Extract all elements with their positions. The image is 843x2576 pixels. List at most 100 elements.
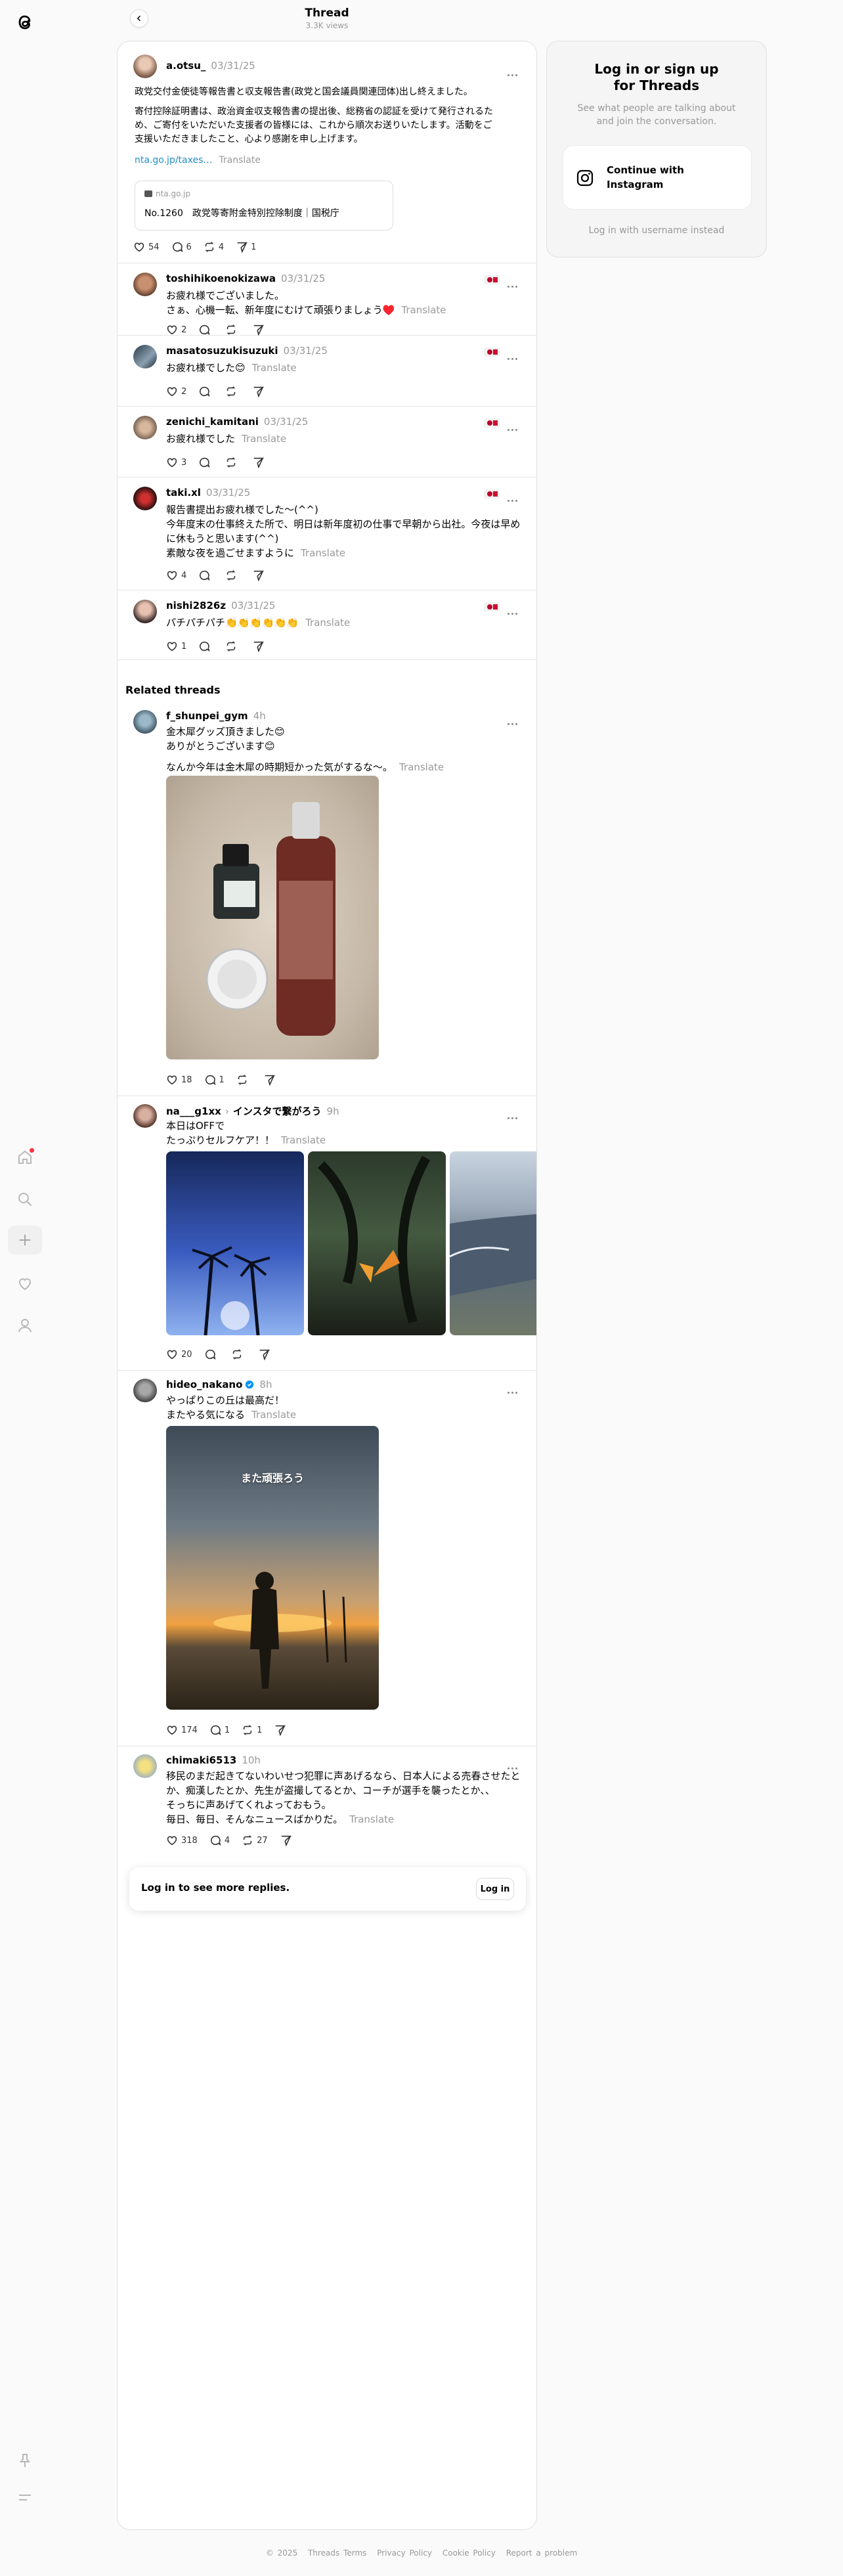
share-button[interactable] (252, 569, 267, 581)
username[interactable]: hideo_nakano (166, 1379, 242, 1390)
like-button[interactable]: 1 (166, 640, 186, 652)
more-options-icon[interactable] (508, 421, 521, 431)
pin-icon[interactable] (14, 2450, 35, 2471)
repost-button[interactable]: 27 (242, 1834, 268, 1846)
avatar[interactable] (133, 600, 157, 623)
like-button[interactable]: 54 (133, 241, 160, 253)
repost-button[interactable] (225, 456, 240, 468)
reply-button[interactable]: 1 (204, 1074, 225, 1086)
avatar[interactable] (133, 273, 157, 296)
more-options-icon[interactable] (508, 66, 521, 76)
username[interactable]: toshihikoenokizawa (166, 273, 276, 284)
username-login-link[interactable]: Log in with username instead (547, 225, 766, 236)
translate-link[interactable]: Translate (251, 1409, 296, 1421)
footer-link-terms[interactable]: Threads Terms (308, 2548, 366, 2558)
avatar[interactable] (133, 487, 157, 510)
reply-button[interactable]: 4 (209, 1834, 230, 1846)
username[interactable]: masatosuzukisuzuki (166, 345, 278, 357)
continue-with-instagram-button[interactable]: Continue with Instagram (563, 145, 752, 210)
reply-button[interactable]: 1 (209, 1724, 230, 1736)
username[interactable]: chimaki6513 (166, 1754, 236, 1766)
create-button[interactable] (8, 1226, 42, 1255)
username[interactable]: nishi2826z (166, 600, 226, 611)
share-button[interactable] (252, 324, 267, 336)
footer-link-privacy[interactable]: Privacy Policy (377, 2548, 432, 2558)
more-options-icon[interactable] (508, 278, 521, 288)
repost-button[interactable]: 4 (204, 241, 224, 253)
repost-button[interactable] (236, 1074, 251, 1086)
repost-button[interactable] (225, 569, 240, 581)
footer-link-report[interactable]: Report a problem (506, 2548, 577, 2558)
avatar[interactable] (133, 710, 157, 734)
repost-button[interactable] (225, 386, 240, 397)
avatar[interactable] (133, 416, 157, 439)
link-preview-card[interactable]: nta.go.jp No.1260 政党等寄附金特別控除制度｜国税庁 (135, 181, 393, 231)
username[interactable]: f_shunpei_gym (166, 710, 248, 722)
username[interactable]: zenichi_kamitani (166, 416, 259, 428)
share-button[interactable] (263, 1074, 278, 1086)
more-options-icon[interactable] (508, 492, 521, 502)
username[interactable]: taki.xl (166, 487, 201, 499)
translate-link[interactable]: Translate (301, 547, 345, 559)
avatar[interactable] (133, 1379, 157, 1402)
like-button[interactable]: 174 (166, 1724, 198, 1736)
translate-link[interactable]: Translate (401, 304, 446, 316)
post-link[interactable]: nta.go.jp/taxes… (135, 155, 212, 166)
avatar[interactable] (133, 345, 157, 368)
avatar[interactable] (133, 1754, 157, 1778)
avatar[interactable] (133, 1104, 157, 1128)
share-button[interactable] (258, 1348, 273, 1360)
threads-logo-icon[interactable] (12, 9, 38, 35)
share-button[interactable] (252, 386, 267, 397)
post-photo[interactable]: また頑張ろう (166, 1426, 379, 1710)
like-button[interactable]: 18 (166, 1074, 192, 1086)
home-icon[interactable] (14, 1147, 35, 1168)
like-button[interactable]: 20 (166, 1348, 192, 1360)
profile-icon[interactable] (14, 1315, 35, 1336)
translate-link[interactable]: Translate (219, 155, 261, 166)
footer-link-cookies[interactable]: Cookie Policy (443, 2548, 496, 2558)
username[interactable]: a.otsu_ (166, 60, 205, 72)
reply-button[interactable] (198, 456, 213, 468)
reply-button[interactable] (198, 569, 213, 581)
translate-link[interactable]: Translate (242, 433, 286, 445)
translate-link[interactable]: Translate (252, 362, 297, 374)
search-icon[interactable] (14, 1189, 35, 1210)
avatar[interactable] (133, 55, 157, 78)
heart-icon[interactable] (14, 1273, 35, 1294)
translate-link[interactable]: Translate (349, 1813, 394, 1825)
repost-button[interactable] (225, 324, 240, 336)
more-options-icon[interactable] (508, 350, 521, 360)
like-button[interactable]: 2 (166, 324, 186, 336)
reply-button[interactable] (198, 324, 213, 336)
more-options-icon[interactable] (508, 1384, 521, 1394)
more-options-icon[interactable] (508, 605, 521, 615)
like-button[interactable]: 318 (166, 1834, 198, 1846)
repost-button[interactable]: 1 (242, 1724, 262, 1736)
repost-button[interactable] (225, 640, 240, 652)
more-options-icon[interactable] (508, 1109, 521, 1119)
share-button[interactable] (274, 1724, 289, 1736)
share-button[interactable]: 1 (236, 241, 256, 253)
post-photo[interactable] (308, 1151, 446, 1335)
reply-button[interactable] (198, 386, 213, 397)
post-photo[interactable] (166, 776, 379, 1059)
log-in-button[interactable]: Log in (476, 1878, 514, 1900)
share-button[interactable] (280, 1834, 295, 1846)
translate-link[interactable]: Translate (399, 761, 444, 773)
like-button[interactable]: 2 (166, 386, 186, 397)
reply-button[interactable] (204, 1348, 219, 1360)
share-button[interactable] (252, 456, 267, 468)
like-button[interactable]: 3 (166, 456, 186, 468)
username[interactable]: na___g1xx (166, 1105, 221, 1117)
menu-icon[interactable] (14, 2487, 35, 2508)
translate-link[interactable]: Translate (305, 617, 350, 629)
topic-tag[interactable]: インスタで繋がろう (233, 1105, 322, 1117)
reply-button[interactable] (198, 640, 213, 652)
more-options-icon[interactable] (508, 715, 521, 725)
post-photo[interactable] (450, 1151, 536, 1335)
like-button[interactable]: 4 (166, 569, 186, 581)
more-options-icon[interactable] (508, 1760, 521, 1769)
share-button[interactable] (252, 640, 267, 652)
post-photo[interactable] (166, 1151, 304, 1335)
